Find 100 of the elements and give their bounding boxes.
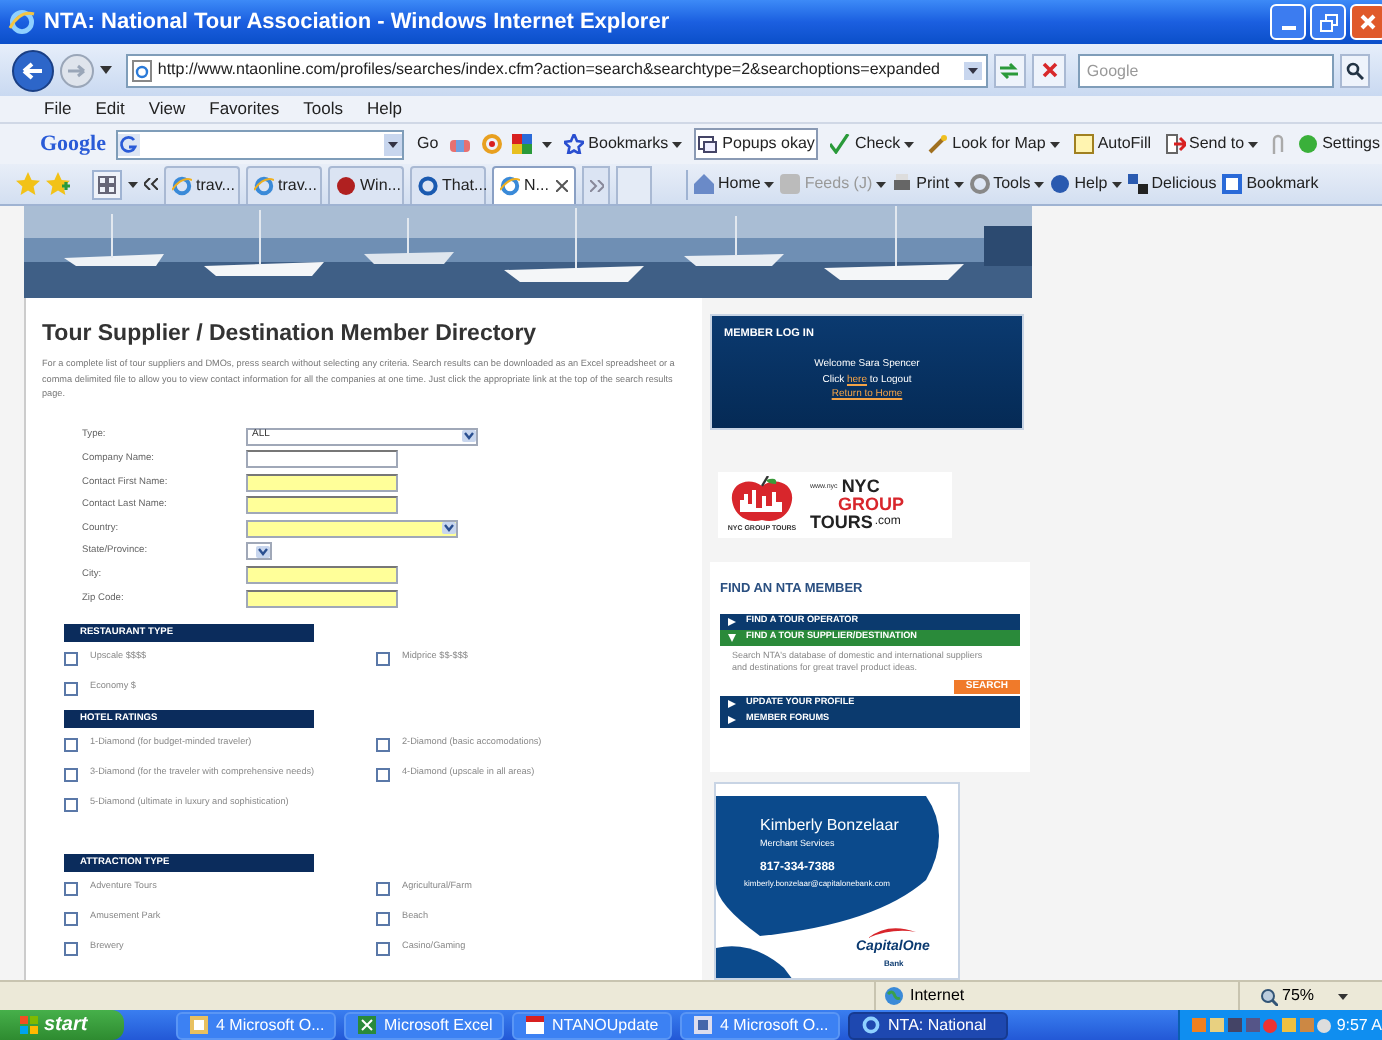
dropdown[interactable] (246, 542, 272, 561)
browser-tab[interactable]: trav... (246, 166, 322, 204)
checkbox[interactable] (64, 911, 78, 926)
tab-list-button[interactable] (582, 166, 610, 204)
back-arrow-icon (21, 61, 44, 79)
taskbar-button[interactable]: 4 Microsoft O... (680, 1011, 840, 1039)
menu-item[interactable]: Tools (303, 96, 343, 122)
zoom-icon[interactable] (1260, 987, 1278, 1005)
refresh-button[interactable] (993, 53, 1027, 87)
checkbox[interactable] (64, 881, 78, 896)
caret-icon[interactable] (764, 181, 775, 187)
toolbar-button[interactable]: Check (828, 128, 917, 160)
zone-text: Internet (910, 984, 965, 1008)
checkbox[interactable] (64, 767, 78, 782)
menu-item[interactable]: View (148, 96, 186, 122)
toolbar-button[interactable]: Bookmarks (562, 128, 685, 160)
checkbox[interactable] (64, 651, 78, 666)
toolbar-button[interactable]: Bookmark (1222, 172, 1319, 196)
gear-icon (969, 174, 990, 194)
taskbar-button[interactable]: 4 Microsoft O... (176, 1011, 336, 1039)
send-icon (1165, 134, 1186, 154)
document-icon (190, 1016, 208, 1034)
checkbox[interactable] (376, 881, 390, 896)
input-field[interactable] (246, 589, 398, 608)
toolbar-button[interactable]: AutoFill (1071, 128, 1154, 160)
feed-icon (780, 174, 801, 194)
restore-button[interactable] (1310, 4, 1346, 40)
toolbar-button[interactable]: Popups okay (694, 128, 819, 160)
input-field[interactable] (246, 496, 398, 515)
checkbox[interactable] (64, 681, 78, 696)
browser-tab[interactable]: Win... (328, 166, 404, 204)
address-field[interactable]: http://www.ntaonline.com/profiles/searches/index.cfm?action=search&searchtype=2&searchoptions=expanded (125, 53, 988, 87)
toolbar-button[interactable]: Delicious (1127, 172, 1217, 196)
checkbox[interactable] (376, 911, 390, 926)
toolbar-button[interactable]: Settings (1296, 128, 1382, 160)
stop-button[interactable] (1032, 53, 1067, 87)
dropdown-arrow-icon[interactable] (963, 61, 982, 79)
close-button[interactable] (1350, 4, 1382, 40)
taskbar-button[interactable]: NTANOUpdate (512, 1011, 672, 1039)
double-chevron-icon[interactable] (144, 178, 158, 190)
checkbox[interactable] (376, 767, 390, 782)
menu-item[interactable]: Favorites (209, 96, 280, 122)
checkbox[interactable] (64, 737, 78, 752)
search-icon (1346, 61, 1365, 79)
grid-icon (98, 175, 116, 193)
caret-icon[interactable] (1111, 181, 1122, 187)
triangle-down-icon (728, 633, 736, 642)
checkbox[interactable] (64, 797, 78, 812)
menu-item[interactable]: File (44, 96, 72, 122)
checkbox[interactable] (376, 941, 390, 956)
add-favorite-icon[interactable] (46, 172, 70, 196)
minimize-button[interactable] (1270, 4, 1306, 40)
search-field[interactable]: Google (1078, 53, 1335, 87)
caret-icon[interactable] (1248, 141, 1259, 147)
ad-headline: NYC (841, 478, 880, 497)
checkbox[interactable] (376, 651, 390, 666)
calendar-icon (526, 1016, 544, 1034)
search-field[interactable] (116, 129, 405, 159)
caret-icon (462, 430, 476, 442)
taskbar-button[interactable]: NTA: National (848, 1011, 1008, 1039)
toolbar-button[interactable]: Send to (1163, 128, 1261, 160)
caret-icon[interactable] (672, 141, 683, 147)
zoom-level[interactable]: 75% (1282, 984, 1315, 1008)
toolbar-button[interactable]: Help (1050, 172, 1122, 196)
caret-icon[interactable] (904, 141, 915, 147)
input-field[interactable] (246, 566, 398, 585)
toolbar-button[interactable]: Go (414, 128, 441, 160)
checkbox[interactable] (376, 737, 390, 752)
taskbar-button[interactable]: Microsoft Excel (344, 1011, 504, 1039)
menu-item[interactable]: Edit (95, 96, 125, 122)
bookmark-icon (1222, 174, 1243, 194)
caret-icon[interactable] (542, 141, 553, 147)
input-field[interactable] (246, 450, 398, 469)
search-button[interactable] (1340, 53, 1370, 87)
menu-item[interactable]: Help (366, 96, 402, 122)
toolbar-button[interactable]: Look for Map (926, 128, 1062, 160)
caret-icon[interactable] (1034, 181, 1045, 187)
eraser-icon[interactable] (450, 135, 473, 153)
checkbox[interactable] (64, 941, 78, 956)
input-field[interactable] (246, 473, 398, 492)
caret-icon[interactable] (99, 66, 112, 74)
browser-icon (862, 1016, 880, 1034)
close-icon[interactable] (556, 180, 568, 192)
back-button[interactable] (12, 49, 54, 91)
caret-icon (256, 545, 270, 558)
toolbar-button[interactable]: Print (892, 172, 964, 196)
blocks-icon[interactable] (512, 134, 533, 154)
quick-tabs-button[interactable] (92, 169, 122, 199)
caret-icon[interactable] (1338, 993, 1349, 999)
browser-tab[interactable]: N... (492, 166, 576, 204)
browser-tab[interactable]: trav... (164, 166, 240, 204)
toolbar-button[interactable]: Tools (969, 172, 1045, 196)
caret-icon[interactable] (128, 181, 138, 187)
globe-icon (884, 986, 904, 1006)
favorites-star-icon[interactable] (16, 172, 40, 196)
printer-icon (892, 174, 913, 194)
toolbar-button[interactable]: Home (694, 172, 775, 196)
caret-icon[interactable] (1049, 141, 1060, 147)
caret-icon[interactable] (953, 181, 964, 187)
browser-tab[interactable]: That... (410, 166, 486, 204)
